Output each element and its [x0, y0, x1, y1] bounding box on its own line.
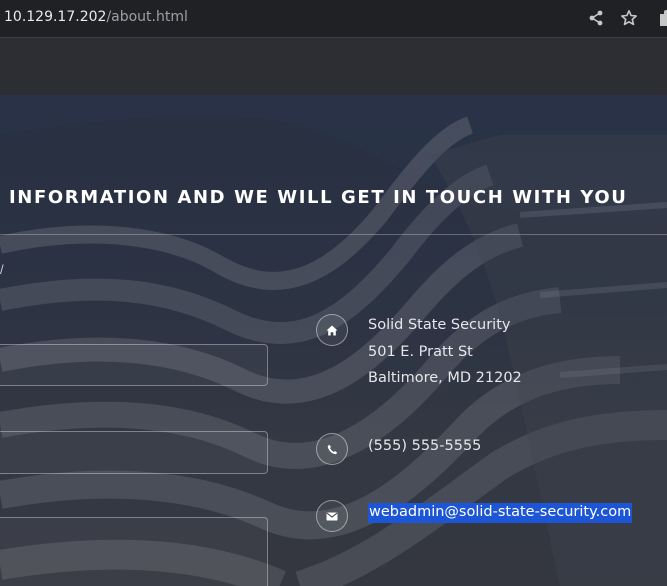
section-divider — [0, 234, 667, 235]
phone-icon — [316, 433, 348, 465]
contact-headline: INFORMATION AND WE WILL GET IN TOUCH WIT… — [9, 187, 628, 208]
message-textarea[interactable] — [0, 517, 268, 586]
email-address[interactable]: webadmin@solid-state-security.com — [368, 503, 633, 523]
site-navbar — [0, 38, 667, 95]
email-input[interactable] — [0, 431, 268, 474]
envelope-icon — [316, 500, 348, 532]
url-path: /about.html — [106, 9, 188, 25]
home-icon — [316, 314, 348, 346]
intro-text-fragment: / — [0, 262, 4, 277]
url-text[interactable]: 10.129.17.202/about.html — [4, 9, 188, 25]
address-street: 501 E. Pratt St — [368, 343, 473, 360]
share-icon[interactable] — [587, 9, 605, 27]
extension-icon[interactable] — [657, 9, 667, 27]
contact-section: INFORMATION AND WE WILL GET IN TOUCH WIT… — [0, 95, 667, 586]
browser-address-bar[interactable]: 10.129.17.202/about.html — [0, 0, 667, 38]
url-host: 10.129.17.202 — [4, 9, 107, 25]
star-icon[interactable] — [620, 9, 638, 27]
email-address-selected-text: webadmin@solid-state-security.com — [368, 503, 633, 523]
address-text: Solid State Security 501 E. Pratt St Bal… — [368, 312, 522, 392]
name-input[interactable] — [0, 344, 268, 386]
phone-number: (555) 555-5555 — [368, 438, 482, 454]
address-city: Baltimore, MD 21202 — [368, 370, 522, 386]
address-company: Solid State Security — [368, 317, 511, 333]
